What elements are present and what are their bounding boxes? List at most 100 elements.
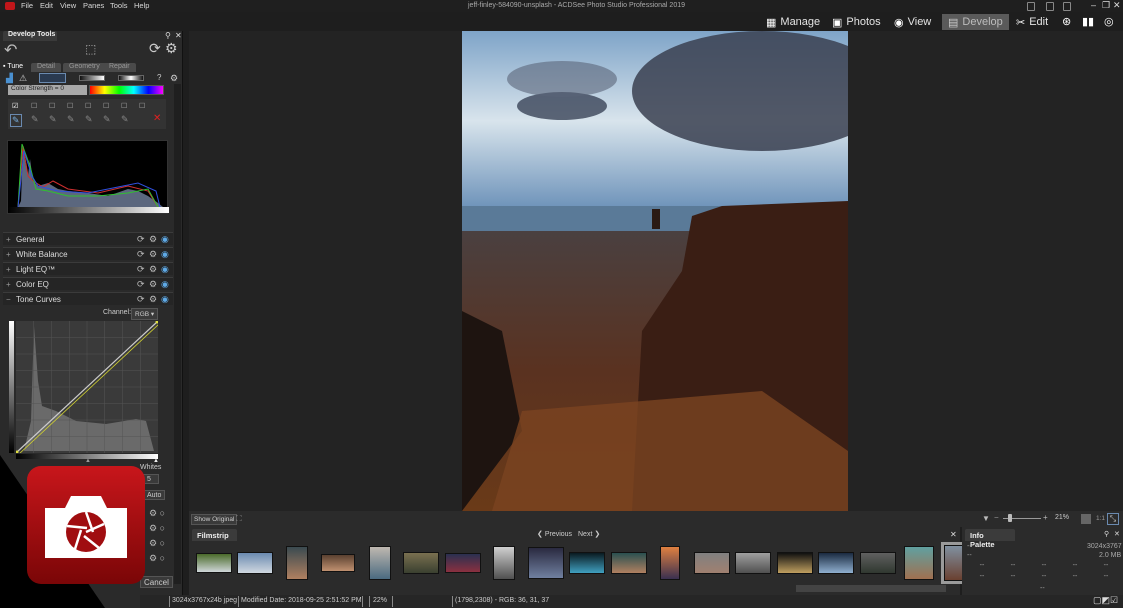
gear-icon[interactable]: ⚙: [149, 294, 157, 305]
gradient-swatch[interactable]: [79, 75, 105, 81]
mode-edit[interactable]: ✂ Edit: [1016, 14, 1048, 30]
layout-bottom-icon[interactable]: [1046, 2, 1054, 11]
brush-6-icon[interactable]: ✎: [103, 114, 111, 125]
brush-checkbox-4[interactable]: ☐: [67, 102, 73, 110]
thumbnail[interactable]: [321, 554, 356, 572]
brush-checkbox-8[interactable]: ☐: [139, 102, 145, 110]
toggle-icon[interactable]: ◉: [161, 234, 169, 245]
thumbnail[interactable]: [493, 546, 516, 580]
toggle-icon[interactable]: ◉: [161, 249, 169, 260]
tab-detail[interactable]: Detail: [31, 63, 61, 72]
thumbnail[interactable]: [237, 552, 274, 574]
tab-repair[interactable]: Repair: [103, 63, 136, 72]
section-color-eq[interactable]: + Color EQ ⟳ ⚙ ◉: [3, 277, 173, 290]
info-close-icon[interactable]: ✕: [1114, 530, 1120, 538]
pin-icon[interactable]: ⚲: [165, 31, 171, 40]
mode-view[interactable]: ◉ View: [894, 14, 931, 30]
mode-manage[interactable]: ▦ Manage: [766, 14, 820, 30]
gear-icon[interactable]: ⚙ ○: [149, 538, 165, 549]
menu-view[interactable]: View: [60, 1, 76, 10]
section-white-balance[interactable]: + White Balance ⟳ ⚙ ◉: [3, 247, 173, 260]
thumbnail[interactable]: [403, 552, 440, 574]
gear-icon[interactable]: ⚙ ○: [149, 523, 165, 534]
thumbnail[interactable]: [527, 547, 564, 579]
app-logo-icon[interactable]: [5, 2, 15, 10]
thumbnail[interactable]: [693, 552, 730, 574]
fit-icon[interactable]: ⤡: [1107, 513, 1119, 525]
fullscreen-icon[interactable]: ⛶: [236, 514, 242, 524]
brush-checkbox-5[interactable]: ☐: [85, 102, 91, 110]
thumbnail[interactable]: [660, 546, 681, 580]
brush-1-icon[interactable]: ✎: [10, 114, 22, 127]
layout-right-icon[interactable]: [1063, 2, 1071, 11]
brush-checkbox-1[interactable]: ☑: [12, 102, 18, 110]
tab-geometry[interactable]: Geometry: [63, 63, 106, 72]
tab-tune[interactable]: ▪ Tune: [3, 63, 23, 70]
panel-close-icon[interactable]: ✕: [175, 31, 182, 40]
info-pin-icon[interactable]: ⚲: [1104, 530, 1109, 538]
gear-icon[interactable]: ⚙: [149, 279, 157, 290]
thumbnail[interactable]: [368, 546, 391, 580]
tools-settings-icon[interactable]: ⚙: [170, 73, 178, 84]
crop-focus-icon[interactable]: ⬚: [85, 42, 96, 56]
zoom-out-icon[interactable]: −: [994, 513, 999, 522]
reset-icon[interactable]: ⟳: [137, 294, 145, 305]
gear-icon[interactable]: ⚙: [149, 249, 157, 260]
365-icon[interactable]: ⊛: [1062, 15, 1071, 28]
luminous-icon[interactable]: ◎: [1104, 15, 1114, 28]
menu-file[interactable]: File: [21, 1, 33, 10]
undo-icon[interactable]: ↶: [4, 40, 17, 60]
brush-checkbox-7[interactable]: ☐: [121, 102, 127, 110]
thumbnail[interactable]: [569, 552, 606, 574]
gear-icon[interactable]: ⚙: [149, 264, 157, 275]
settings-icon[interactable]: ⚙: [165, 40, 178, 57]
thumbnail[interactable]: [818, 552, 855, 574]
reset-icon[interactable]: ⟳: [137, 279, 145, 290]
layout-left-icon[interactable]: [1027, 2, 1035, 11]
zoom-menu-icon[interactable]: ▼: [982, 514, 990, 523]
hue-slider[interactable]: [89, 85, 164, 95]
zoom-dropdown[interactable]: [1081, 514, 1091, 524]
reset-icon[interactable]: ⟳: [137, 264, 145, 275]
thumbnail[interactable]: [859, 552, 896, 574]
thumbnail[interactable]: [444, 553, 481, 573]
reset-icon[interactable]: ⟳: [149, 40, 161, 57]
brush-7-icon[interactable]: ✎: [121, 114, 129, 125]
dashboard-icon[interactable]: ▮▮: [1082, 15, 1094, 28]
color-strength-field[interactable]: Color Strength = 0: [8, 85, 87, 95]
next-button[interactable]: Next ❯: [578, 530, 600, 538]
section-general[interactable]: + General ⟳ ⚙ ◉: [3, 232, 173, 245]
zoom-in-icon[interactable]: +: [1043, 513, 1048, 522]
brush-mode-toggle[interactable]: [39, 73, 66, 83]
warning-icon[interactable]: ⚠: [19, 73, 27, 84]
channel-select[interactable]: RGB ▾: [131, 308, 159, 320]
reset-icon[interactable]: ⟳: [137, 249, 145, 260]
menu-panes[interactable]: Panes: [83, 1, 104, 10]
left-scrollbar[interactable]: [174, 84, 181, 584]
actual-size-button[interactable]: 1:1: [1096, 515, 1105, 522]
toggle-icon[interactable]: ◉: [161, 279, 169, 290]
radial-swatch[interactable]: [118, 75, 144, 81]
gear-icon[interactable]: ⚙: [149, 234, 157, 245]
menu-edit[interactable]: Edit: [40, 1, 53, 10]
help-icon[interactable]: ?: [157, 73, 161, 82]
thumbnail[interactable]: [735, 552, 772, 574]
brush-checkbox-2[interactable]: ☐: [31, 102, 37, 110]
brush-3-icon[interactable]: ✎: [49, 114, 57, 125]
section-light-eq[interactable]: + Light EQ™ ⟳ ⚙ ◉: [3, 262, 173, 275]
thumbnail[interactable]: [195, 553, 232, 573]
auto-button[interactable]: Auto: [143, 490, 166, 500]
brush-2-icon[interactable]: ✎: [31, 114, 39, 125]
reset-icon[interactable]: ⟳: [137, 234, 145, 245]
mode-photos[interactable]: ▣ Photos: [832, 14, 881, 30]
tone-curve-graph[interactable]: [15, 320, 160, 455]
menu-tools[interactable]: Tools: [110, 1, 128, 10]
previous-button[interactable]: ❮ Previous: [537, 530, 572, 538]
status-icons[interactable]: ▢◩☑: [1093, 595, 1118, 606]
midpoint-slider[interactable]: ▲: [85, 458, 91, 464]
restore-icon[interactable]: ❐: [1102, 0, 1110, 11]
minimize-icon[interactable]: –: [1091, 0, 1096, 10]
gear-icon[interactable]: ⚙ ○: [149, 508, 165, 519]
thumbnail[interactable]: [776, 552, 813, 574]
menu-help[interactable]: Help: [134, 1, 149, 10]
